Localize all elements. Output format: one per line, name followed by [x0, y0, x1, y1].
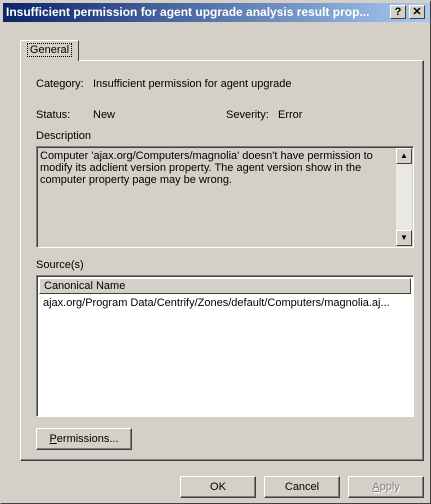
permissions-button[interactable]: Permissions... — [36, 428, 132, 450]
cancel-button[interactable]: Cancel — [264, 476, 340, 498]
permissions-button-accesskey: P — [49, 433, 57, 445]
column-header-canonical-name[interactable]: Canonical Name — [39, 278, 411, 294]
category-label: Category: — [36, 78, 84, 90]
close-icon[interactable]: ✕ — [409, 5, 425, 19]
help-icon[interactable]: ? — [390, 5, 406, 19]
status-value: New — [93, 109, 116, 121]
status-label: Status: — [36, 109, 71, 121]
description-text: Computer 'ajax.org/Computers/magnolia' d… — [40, 150, 373, 186]
scroll-up-icon[interactable]: ▲ — [396, 148, 412, 164]
scroll-down-icon[interactable]: ▼ — [396, 230, 412, 246]
permissions-button-label: ermissions... — [56, 433, 119, 445]
ok-button-label: OK — [210, 481, 226, 493]
severity-label: Severity: — [226, 109, 269, 121]
description-textbox[interactable]: Computer 'ajax.org/Computers/magnolia' d… — [36, 146, 414, 248]
properties-dialog: Insufficient permission for agent upgrad… — [0, 0, 431, 504]
sources-list[interactable]: Canonical Name ajax.org/Program Data/Cen… — [36, 275, 414, 417]
ok-button[interactable]: OK — [180, 476, 256, 498]
tab-general[interactable]: General — [20, 40, 79, 61]
category-value: Insufficient permission for agent upgrad… — [93, 78, 292, 90]
apply-button[interactable]: Apply — [348, 476, 424, 498]
cancel-button-label: Cancel — [284, 481, 320, 493]
apply-button-label: pply — [379, 481, 400, 493]
description-scrollbar[interactable]: ▲ ▼ — [396, 148, 412, 246]
severity-value: Error — [278, 109, 303, 121]
apply-button-accesskey: A — [372, 481, 380, 493]
title-bar[interactable]: Insufficient permission for agent upgrad… — [3, 3, 430, 22]
window-title: Insufficient permission for agent upgrad… — [6, 5, 370, 19]
sources-label: Source(s) — [36, 259, 84, 271]
list-item[interactable]: ajax.org/Program Data/Centrify/Zones/def… — [43, 296, 409, 310]
description-label: Description — [36, 130, 92, 142]
tab-general-label: General — [26, 43, 73, 57]
